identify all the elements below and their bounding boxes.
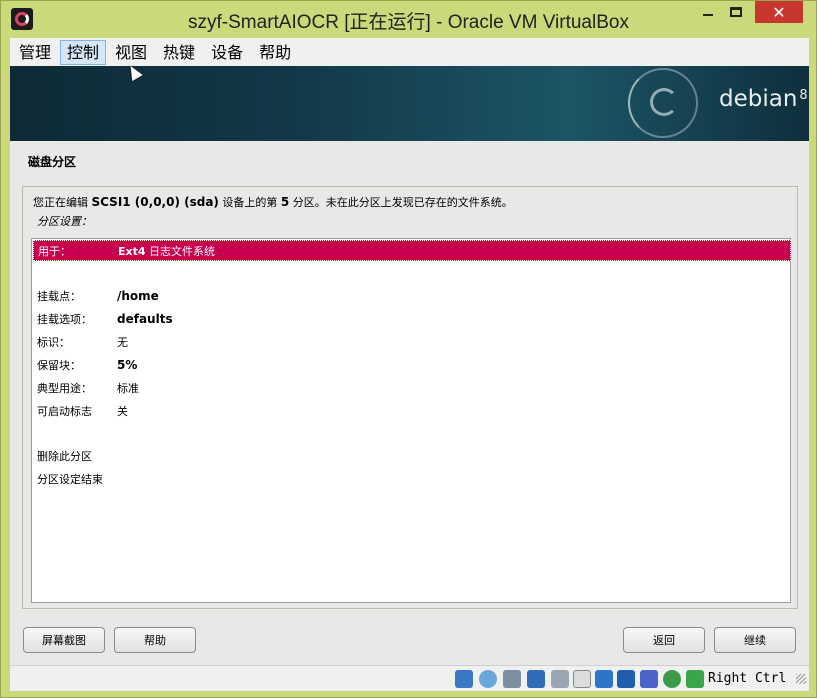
settings-label: 分区设置： [37, 215, 92, 228]
setting-value-bold: Ext4 [118, 244, 146, 258]
menu-manage[interactable]: 管理 [12, 40, 58, 65]
menu-help[interactable]: 帮助 [252, 40, 298, 65]
minimize-button[interactable] [695, 1, 721, 23]
list-item-typical-usage[interactable]: 典型用途： 标准 [33, 377, 791, 398]
description-suffix: 分区。未在此分区上发现已存在的文件系统。 [289, 196, 513, 209]
setting-key: 标识： [37, 335, 70, 349]
window-title: szyf-SmartAIOCR [正在运行] - Oracle VM Virtu… [188, 12, 629, 33]
close-icon: ✕ [772, 2, 786, 22]
maximize-icon [730, 7, 742, 17]
virtualbox-window: szyf-SmartAIOCR [正在运行] - Oracle VM Virtu… [0, 0, 817, 698]
debian-logo-version: 8 [799, 88, 808, 103]
menu-view[interactable]: 视图 [108, 40, 154, 65]
menu-devices[interactable]: 设备 [204, 40, 250, 65]
setting-key: 删除此分区 [37, 449, 92, 463]
optical-drive-icon[interactable] [479, 670, 497, 688]
setting-key: 可启动标志 [37, 404, 92, 418]
setting-value: Ext4 日志文件系统 [118, 243, 215, 259]
video-capture-icon[interactable] [617, 670, 635, 688]
setting-value-text: 日志文件系统 [145, 244, 216, 258]
keyboard-capture-icon[interactable] [686, 670, 704, 688]
list-item-reserved-blocks[interactable]: 保留块： 5% [33, 354, 791, 375]
setting-key: 用于： [38, 244, 71, 258]
setting-value: 5% [117, 357, 138, 372]
virtualization-icon[interactable] [640, 670, 658, 688]
page-title: 磁盘分区 [28, 155, 77, 169]
minimize-icon [703, 14, 713, 16]
setting-key: 典型用途： [37, 381, 92, 395]
list-item-done-setting-up[interactable]: 分区设定结束 [33, 468, 791, 489]
description-device: SCSI1 (0,0,0) (sda) [91, 195, 219, 209]
setting-value: 关 [117, 404, 128, 418]
setting-value: /home [117, 288, 159, 303]
description-mid: 设备上的第 [218, 196, 281, 209]
list-item-mount-options[interactable]: 挂载选项： defaults [33, 308, 791, 329]
display-icon[interactable] [595, 670, 613, 688]
debian-logo: debian 8 [719, 86, 808, 112]
list-item-label[interactable]: 标识： 无 [33, 331, 791, 352]
title-bar[interactable]: szyf-SmartAIOCR [正在运行] - Oracle VM Virtu… [1, 1, 816, 37]
list-item-bootable-flag[interactable]: 可启动标志 关 [33, 400, 791, 421]
debian-logo-text: debian [719, 86, 798, 112]
partition-settings-list: 用于： Ext4 日志文件系统 挂载点： /home 挂载选项： default… [31, 238, 791, 603]
shared-folders-icon[interactable] [573, 670, 591, 688]
partition-description: 您正在编辑 SCSI1 (0,0,0) (sda) 设备上的第 5 分区。未在此… [33, 194, 513, 210]
setting-key: 分区设定结束 [37, 472, 103, 486]
resize-grip-icon[interactable] [796, 674, 806, 684]
setting-key: 保留块： [37, 358, 81, 372]
list-item-delete-partition[interactable]: 删除此分区 [33, 445, 791, 466]
usb-icon[interactable] [551, 670, 569, 688]
menu-hotkeys[interactable]: 热键 [156, 40, 202, 65]
back-button[interactable]: 返回 [623, 627, 705, 653]
audio-icon[interactable] [503, 670, 521, 688]
list-item-use-as[interactable]: 用于： Ext4 日志文件系统 [33, 240, 791, 261]
network-icon[interactable] [527, 670, 545, 688]
description-prefix: 您正在编辑 [33, 196, 92, 209]
hard-disk-icon[interactable] [455, 670, 473, 688]
maximize-button[interactable] [723, 1, 749, 23]
help-button[interactable]: 帮助 [114, 627, 196, 653]
menu-bar: 管理 控制 视图 热键 设备 帮助 [10, 38, 809, 66]
screenshot-button[interactable]: 屏幕截图 [23, 627, 105, 653]
close-button[interactable]: ✕ [755, 1, 803, 23]
setting-value: 标准 [117, 381, 139, 395]
debian-swirl-inner-icon [650, 88, 678, 116]
partition-settings-panel: 您正在编辑 SCSI1 (0,0,0) (sda) 设备上的第 5 分区。未在此… [22, 186, 798, 609]
host-key-label: Right Ctrl [708, 671, 787, 686]
list-item-mount-point[interactable]: 挂载点： /home [33, 285, 791, 306]
setting-value: 无 [117, 335, 128, 349]
setting-key: 挂载选项： [37, 312, 92, 326]
status-bar: Right Ctrl [10, 665, 809, 691]
menu-control[interactable]: 控制 [60, 39, 107, 65]
continue-button[interactable]: 继续 [714, 627, 796, 653]
setting-key: 挂载点： [37, 289, 81, 303]
setting-value: defaults [117, 311, 173, 326]
mouse-integration-icon[interactable] [663, 670, 681, 688]
vm-display[interactable]: debian 8 磁盘分区 您正在编辑 SCSI1 (0,0,0) (sda) 设… [10, 66, 809, 665]
